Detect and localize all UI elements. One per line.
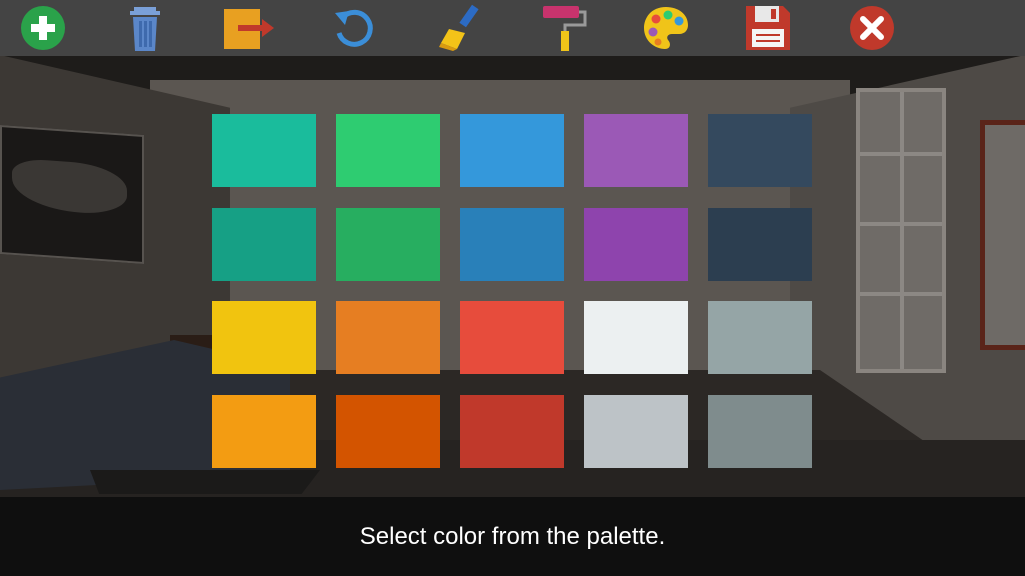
color-swatch[interactable]	[336, 114, 440, 187]
color-swatch[interactable]	[584, 301, 688, 374]
trash-icon	[130, 7, 160, 51]
plus-circle-icon	[21, 6, 65, 50]
color-swatch[interactable]	[708, 301, 812, 374]
paint-brush-icon	[439, 4, 479, 51]
palette-icon	[644, 7, 688, 49]
export-arrow-icon	[224, 9, 274, 49]
toolbar	[0, 0, 1025, 56]
save-button[interactable]	[740, 0, 796, 56]
hint-text: Select color from the palette.	[359, 522, 666, 550]
window	[856, 88, 946, 373]
delete-button[interactable]	[117, 0, 173, 56]
rotate-icon	[335, 9, 373, 47]
export-button[interactable]	[220, 0, 276, 56]
color-swatch[interactable]	[212, 301, 316, 374]
color-swatch[interactable]	[336, 208, 440, 281]
color-swatch[interactable]	[336, 301, 440, 374]
color-swatch[interactable]	[584, 395, 688, 468]
color-swatch[interactable]	[212, 114, 316, 187]
color-palette	[212, 114, 812, 468]
color-swatch[interactable]	[212, 395, 316, 468]
close-icon	[850, 6, 894, 50]
close-button[interactable]	[844, 0, 900, 56]
palette-button[interactable]	[638, 0, 694, 56]
color-swatch[interactable]	[212, 208, 316, 281]
color-swatch[interactable]	[708, 114, 812, 187]
color-swatch[interactable]	[336, 395, 440, 468]
color-swatch[interactable]	[708, 208, 812, 281]
color-swatch[interactable]	[460, 395, 564, 468]
color-swatch[interactable]	[584, 114, 688, 187]
color-swatch[interactable]	[708, 395, 812, 468]
paint-roller-icon	[543, 6, 587, 51]
floppy-disk-icon	[746, 6, 790, 50]
roller-button[interactable]	[536, 0, 592, 56]
wall-painting	[0, 124, 144, 265]
color-swatch[interactable]	[460, 208, 564, 281]
color-swatch[interactable]	[584, 208, 688, 281]
undo-button[interactable]	[326, 0, 382, 56]
wall-frame	[980, 120, 1025, 350]
color-swatch[interactable]	[460, 301, 564, 374]
hint-bar: Select color from the palette.	[0, 497, 1025, 576]
color-swatch[interactable]	[460, 114, 564, 187]
add-button[interactable]	[15, 0, 71, 56]
bed-base	[90, 470, 320, 494]
brush-button[interactable]	[432, 0, 488, 56]
